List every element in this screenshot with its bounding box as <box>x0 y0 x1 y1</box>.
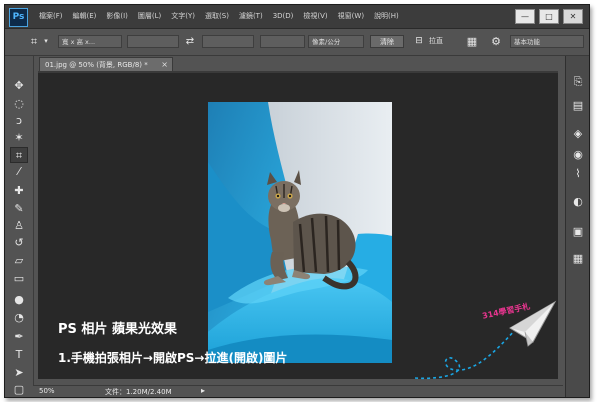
history-panel-icon[interactable]: ⎘ <box>569 74 587 90</box>
straighten-label[interactable]: 拉直 <box>429 35 449 48</box>
menu-image[interactable]: 影像(I) <box>106 5 128 28</box>
path-selection-tool-icon[interactable]: ➤ <box>10 365 28 381</box>
document-tab[interactable]: 01.jpg @ 50% (背景, RGB/8) * × <box>39 57 173 71</box>
menu-select[interactable]: 選取(S) <box>205 5 229 28</box>
channels-panel-icon[interactable]: ◉ <box>569 147 587 163</box>
libraries-panel-icon[interactable]: ▦ <box>569 251 587 267</box>
gear-icon[interactable]: ⚙ <box>489 35 503 48</box>
properties-panel-icon[interactable]: ▤ <box>569 98 587 114</box>
shape-tool-icon[interactable]: ▢ <box>10 382 28 397</box>
menu-items: 檔案(F) 編輯(E) 影像(I) 圖層(L) 文字(Y) 選取(S) 濾鏡(T… <box>39 5 409 28</box>
dodge-tool-icon[interactable]: ◔ <box>10 310 28 326</box>
gradient-tool-icon[interactable]: ▭ <box>10 271 28 287</box>
menu-edit[interactable]: 編輯(E) <box>73 5 97 28</box>
marquee-tool-icon[interactable]: ◌ <box>10 96 28 112</box>
menu-layer[interactable]: 圖層(L) <box>138 5 161 28</box>
chevron-right-icon[interactable]: ▸ <box>201 386 205 395</box>
photoshop-window: Ps 檔案(F) 編輯(E) 影像(I) 圖層(L) 文字(Y) 選取(S) 濾… <box>4 4 590 398</box>
crop-icon[interactable]: ⌗ <box>27 35 41 48</box>
document-info: 文件：1.20M/2.40M <box>105 388 172 396</box>
crop-tool-icon[interactable]: ⌗ <box>10 147 28 163</box>
panel-dock: ⎘ ▤ ◈ ◉ ⌇ ◐ ▣ ▦ <box>565 56 589 397</box>
type-tool-icon[interactable]: T <box>10 347 28 363</box>
cat-photo <box>208 102 392 363</box>
unit-select[interactable]: 像素/公分 <box>308 35 364 48</box>
grid-overlay-icon[interactable]: ▦ <box>465 35 479 48</box>
height-field[interactable] <box>202 35 254 48</box>
options-bar: ⌗ ▾ 寬 x 高 x... ⇄ 像素/公分 清除 ⊟ 拉直 ▦ ⚙ 基本功能 <box>5 29 589 56</box>
caption-title: PS 相片 蘋果光效果 <box>58 322 177 337</box>
document-tab-label: 01.jpg @ 50% (背景, RGB/8) * <box>45 61 148 69</box>
stamp-text: 314學習手札 <box>481 301 531 321</box>
menu-filter[interactable]: 濾鏡(T) <box>239 5 263 28</box>
menu-bar: Ps 檔案(F) 編輯(E) 影像(I) 圖層(L) 文字(Y) 選取(S) 濾… <box>5 5 589 29</box>
eyedropper-tool-icon[interactable]: ⁄ <box>10 164 28 180</box>
workspace-select[interactable]: 基本功能 <box>510 35 584 48</box>
clone-stamp-tool-icon[interactable]: ♙ <box>10 218 28 234</box>
restore-button[interactable]: □ <box>539 9 559 24</box>
menu-help[interactable]: 說明(H) <box>374 5 399 28</box>
photoshop-logo: Ps <box>9 8 28 27</box>
window-controls: — □ ✕ <box>515 9 583 24</box>
zoom-level[interactable]: 50% <box>39 387 55 395</box>
close-button[interactable]: ✕ <box>563 9 583 24</box>
layers-panel-icon[interactable]: ◈ <box>569 126 587 142</box>
styles-panel-icon[interactable]: ▣ <box>569 224 587 240</box>
menu-type[interactable]: 文字(Y) <box>171 5 195 28</box>
blur-tool-icon[interactable]: ● <box>10 292 28 308</box>
watermark-stamp: 314學習手札 <box>415 300 557 380</box>
close-icon[interactable]: × <box>161 58 168 72</box>
straighten-icon[interactable]: ⊟ <box>412 35 426 48</box>
menu-view[interactable]: 檢視(V) <box>303 5 327 28</box>
menu-3d[interactable]: 3D(D) <box>273 5 294 28</box>
history-brush-tool-icon[interactable]: ↺ <box>10 235 28 251</box>
move-tool-icon[interactable]: ✥ <box>10 78 28 94</box>
clear-button[interactable]: 清除 <box>370 35 404 48</box>
ratio-select[interactable]: 寬 x 高 x... <box>58 35 122 48</box>
menu-window[interactable]: 視窗(W) <box>338 5 364 28</box>
width-field[interactable] <box>127 35 179 48</box>
caption-steps: 1.手機拍張相片→開啟PS→拉進(開啟)圖片 <box>58 351 288 365</box>
eraser-tool-icon[interactable]: ▱ <box>10 253 28 269</box>
paths-panel-icon[interactable]: ⌇ <box>569 166 587 182</box>
brush-tool-icon[interactable]: ✎ <box>10 201 28 217</box>
tools-panel: ✥ ◌ ↄ ✶ ⌗ ⁄ ✚ ✎ ♙ ↺ ▱ ▭ ● ◔ ✒ T ➤ ▢ <box>5 56 34 397</box>
lasso-tool-icon[interactable]: ↄ <box>10 113 28 129</box>
resolution-field[interactable] <box>260 35 305 48</box>
pen-tool-icon[interactable]: ✒ <box>10 329 28 345</box>
magic-wand-tool-icon[interactable]: ✶ <box>10 130 28 146</box>
chevron-down-icon[interactable]: ▾ <box>42 35 50 48</box>
swap-icon[interactable]: ⇄ <box>183 35 197 48</box>
adjustments-panel-icon[interactable]: ◐ <box>569 194 587 210</box>
status-bar: 50% 文件：1.20M/2.40M ▸ <box>33 385 563 397</box>
healing-brush-tool-icon[interactable]: ✚ <box>10 183 28 199</box>
menu-file[interactable]: 檔案(F) <box>39 5 63 28</box>
minimize-button[interactable]: — <box>515 9 535 24</box>
